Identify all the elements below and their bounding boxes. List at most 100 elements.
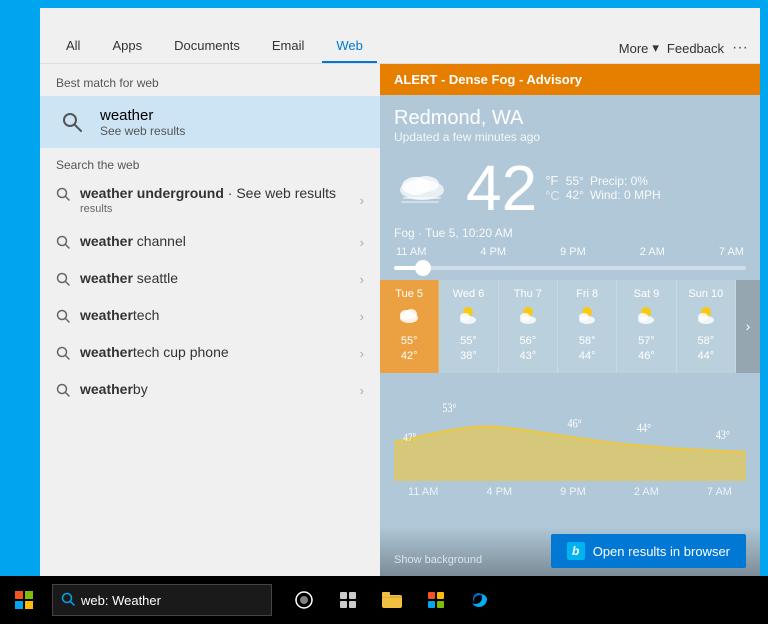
chevron-right-icon: › — [360, 383, 364, 398]
weather-main: 42 °F °C 55° 42° Precip: 0% Wi — [380, 150, 760, 226]
result-text: weathertech cup phone — [80, 344, 229, 360]
taskbar-search-icon — [61, 592, 75, 609]
start-button[interactable] — [0, 576, 48, 624]
left-panel: Best match for web weather See web resul… — [40, 64, 380, 576]
daily-weather-icon — [397, 304, 421, 330]
widgets-button[interactable] — [328, 580, 368, 620]
result-left: weathertech — [56, 307, 159, 326]
hourly-slider[interactable] — [394, 266, 746, 270]
svg-text:47°: 47° — [403, 432, 416, 444]
hourly-times: 11 AM 4 PM 9 PM 2 AM 7 AM — [394, 246, 746, 258]
chevron-down-icon: ▾ — [652, 40, 659, 56]
daily-weather-icon — [575, 304, 599, 330]
tab-documents[interactable]: Documents — [160, 30, 254, 63]
windows-icon — [15, 591, 33, 609]
bing-icon: b — [567, 542, 585, 560]
weather-condition-icon — [394, 160, 450, 216]
nav-right: More ▾ Feedback ··· — [619, 39, 748, 63]
temperature-display: 42 — [466, 156, 537, 220]
file-explorer-button[interactable] — [372, 580, 412, 620]
best-match-text: weather See web results — [100, 107, 185, 138]
best-match-item[interactable]: weather See web results — [40, 96, 380, 148]
daily-day: Sat 9 — [634, 288, 660, 300]
store-button[interactable] — [416, 580, 456, 620]
open-browser-bar: Show background b Open results in browse… — [380, 526, 760, 576]
tab-all[interactable]: All — [52, 30, 94, 63]
tab-email[interactable]: Email — [258, 30, 319, 63]
best-match-title: weather — [100, 107, 185, 124]
open-browser-button[interactable]: b Open results in browser — [551, 534, 746, 568]
daily-temps: 58°44° — [579, 334, 596, 365]
search-panel: All Apps Documents Email Web More ▾ Feed… — [40, 8, 760, 576]
list-item[interactable]: weather channel › — [40, 224, 380, 261]
list-item[interactable]: weather underground · See web results re… — [40, 176, 380, 224]
result-left: weather underground · See web results re… — [56, 185, 336, 215]
search-web-label: Search the web — [40, 148, 380, 176]
feedback-button[interactable]: Feedback — [667, 41, 724, 56]
daily-item-tue[interactable]: Tue 5 55°42° — [380, 280, 439, 373]
show-background-text: Show background — [394, 554, 482, 566]
taskbar-search-box[interactable]: web: Weather — [52, 584, 272, 616]
daily-item-sat[interactable]: Sat 9 57°46° — [617, 280, 676, 373]
daily-next-button[interactable]: › — [736, 280, 760, 373]
graph-time-2: 4 PM — [486, 486, 512, 498]
more-label: More — [619, 41, 649, 56]
daily-weather-icon — [634, 304, 658, 330]
more-dropdown[interactable]: More ▾ — [619, 40, 659, 56]
hour-1: 11 AM — [396, 246, 426, 258]
daily-item-fri[interactable]: Fri 8 58°44° — [558, 280, 617, 373]
graph-time-3: 9 PM — [560, 486, 586, 498]
slider-thumb[interactable] — [415, 260, 431, 276]
list-item[interactable]: weather seattle › — [40, 261, 380, 298]
result-left: weather channel — [56, 233, 186, 252]
chevron-right-icon: › — [360, 272, 364, 287]
low-temp: 42° — [566, 188, 584, 202]
chevron-right-icon: › — [360, 346, 364, 361]
edge-button[interactable] — [460, 580, 500, 620]
daily-weather-icon — [516, 304, 540, 330]
svg-text:46°: 46° — [568, 418, 582, 431]
tab-apps[interactable]: Apps — [98, 30, 156, 63]
tab-web[interactable]: Web — [322, 30, 377, 63]
graph-time-1: 11 AM — [408, 486, 438, 498]
result-bold: weather underground — [80, 185, 224, 201]
result-text: weather channel — [80, 233, 186, 249]
daily-day: Fri 8 — [576, 288, 598, 300]
graph-time-5: 7 AM — [707, 486, 732, 498]
daily-day: Tue 5 — [395, 288, 423, 300]
weather-header: Redmond, WA Updated a few minutes ago — [380, 95, 760, 150]
list-item[interactable]: weathertech › — [40, 298, 380, 335]
main-content: Best match for web weather See web resul… — [40, 64, 760, 576]
result-left: weather seattle — [56, 270, 178, 289]
wind-stat: Wind: 0 MPH — [590, 188, 661, 202]
weather-conditions: Precip: 0% Wind: 0 MPH — [590, 174, 661, 202]
result-text: weathertech — [80, 307, 159, 323]
result-text: weather underground · See web results re… — [80, 185, 336, 215]
weather-alert: ALERT - Dense Fog - Advisory — [380, 64, 760, 95]
task-view-button[interactable] — [284, 580, 324, 620]
result-sub: results — [80, 203, 336, 215]
list-item[interactable]: weatherby › — [40, 372, 380, 409]
daily-temps: 56°43° — [520, 334, 537, 365]
svg-text:43°: 43° — [716, 429, 730, 442]
daily-day: Wed 6 — [453, 288, 485, 300]
open-browser-label: Open results in browser — [593, 544, 730, 559]
taskbar-icons — [284, 580, 500, 620]
daily-temps: 55°38° — [460, 334, 477, 365]
list-item[interactable]: weathertech cup phone › — [40, 335, 380, 372]
daily-item-thu[interactable]: Thu 7 56°43° — [499, 280, 558, 373]
taskbar: web: Weather — [0, 576, 768, 624]
graph-times: 11 AM 4 PM 9 PM 2 AM 7 AM — [394, 486, 746, 498]
daily-item-wed[interactable]: Wed 6 55°38° — [439, 280, 498, 373]
result-left: weathertech cup phone — [56, 344, 229, 363]
search-icon — [56, 309, 70, 326]
best-match-subtitle: See web results — [100, 124, 185, 138]
weather-condition-text: Fog · Tue 5, 10:20 AM — [380, 226, 760, 246]
daily-temps: 55°42° — [401, 334, 418, 365]
more-options-button[interactable]: ··· — [732, 39, 748, 57]
search-icon — [56, 346, 70, 363]
graph-time-4: 2 AM — [634, 486, 659, 498]
daily-item-sun[interactable]: Sun 10 58°44° — [677, 280, 736, 373]
daily-forecast: Tue 5 55°42° Wed 6 55°38° Thu 7 — [380, 280, 760, 373]
weather-stats-col: 55° 42° — [566, 174, 584, 202]
